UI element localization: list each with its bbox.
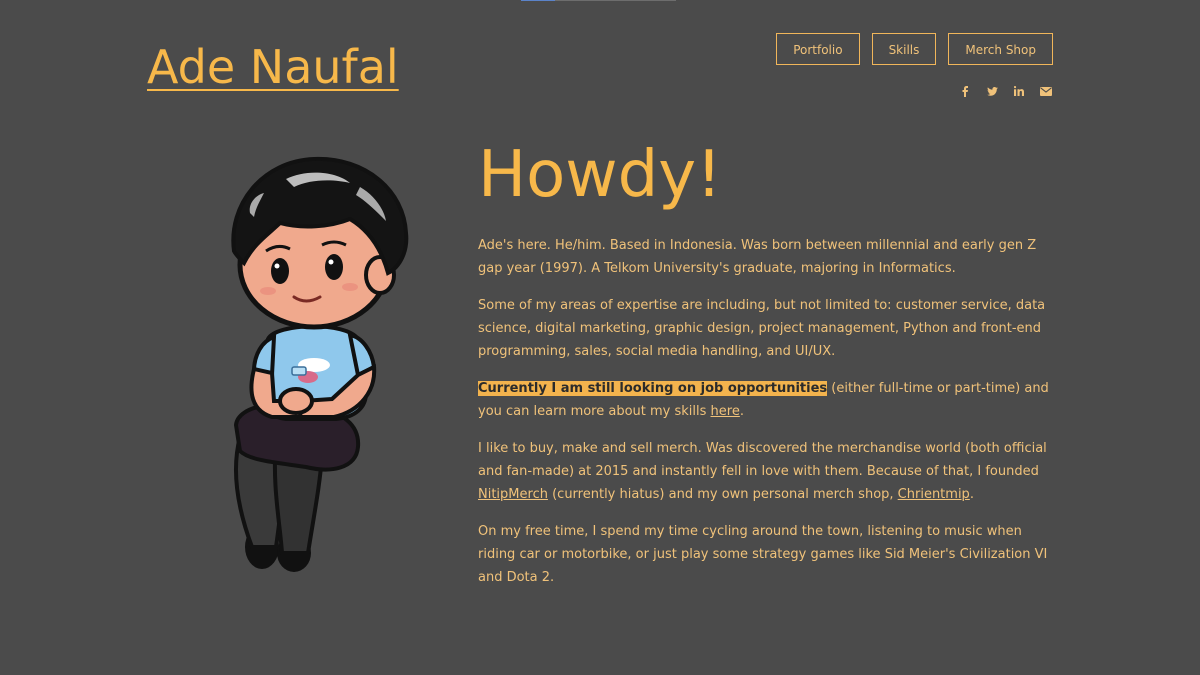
job-paragraph: Currently I am still looking on job oppo… [478, 377, 1058, 423]
hobbies-paragraph: On my free time, I spend my time cycling… [478, 524, 1048, 585]
chrientmip-link[interactable]: Chrientmip [898, 487, 970, 502]
nav-portfolio-button[interactable]: Portfolio [776, 33, 860, 65]
merch-text: I like to buy, make and sell merch. Was … [478, 441, 1047, 479]
merch-mid-text: (currently hiatus) and my own personal m… [547, 487, 898, 502]
top-progress-bar [521, 0, 676, 1]
nav-merch-shop-button[interactable]: Merch Shop [948, 33, 1053, 65]
nav-skills-button[interactable]: Skills [871, 33, 937, 65]
nitipmerch-link[interactable]: NitipMerch [478, 487, 548, 502]
merch-paragraph: I like to buy, make and sell merch. Was … [478, 437, 1058, 506]
page-heading: Howdy! [478, 138, 722, 212]
skills-here-link[interactable]: here [711, 404, 740, 419]
social-links [959, 85, 1052, 97]
intro-paragraph: Ade's here. He/him. Based in Indonesia. … [478, 238, 1037, 276]
facebook-icon[interactable] [959, 85, 971, 97]
avatar-illustration [231, 156, 409, 572]
expertise-paragraph: Some of my areas of expertise are includ… [478, 298, 1046, 359]
main-nav: Portfolio Skills Merch Shop [776, 33, 1053, 65]
email-icon[interactable] [1040, 85, 1052, 97]
main-content: Howdy! Ade's here. He/him. Based in Indo… [478, 138, 1058, 603]
page: Ade Naufal Portfolio Skills Merch Shop H… [0, 0, 1200, 675]
twitter-icon[interactable] [986, 85, 998, 97]
job-end: . [739, 404, 744, 419]
site-title-link[interactable]: Ade Naufal [147, 38, 399, 96]
merch-end: . [969, 487, 974, 502]
job-highlight: Currently I am still looking on job oppo… [478, 381, 828, 396]
linkedin-icon[interactable] [1013, 85, 1025, 97]
